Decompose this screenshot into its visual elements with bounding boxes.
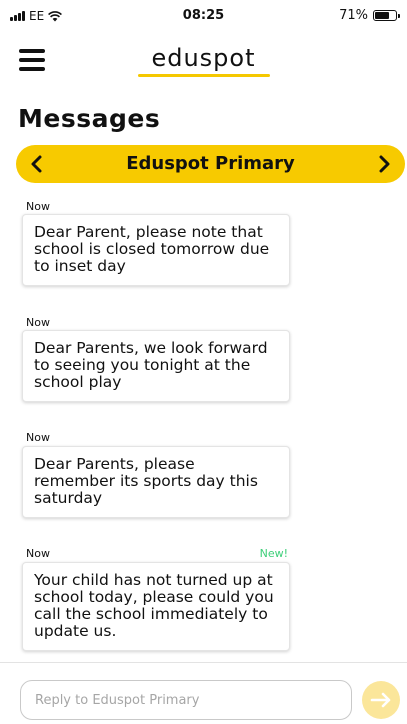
- brand-logo: eduspot: [0, 44, 407, 77]
- message-time: Now: [26, 431, 50, 444]
- message-bubble[interactable]: Your child has not turned up at school t…: [22, 562, 290, 651]
- message-time: Now: [26, 547, 50, 560]
- message-bubble[interactable]: Dear Parents, we look forward to seeing …: [22, 330, 290, 402]
- message-time: Now: [26, 200, 50, 213]
- send-button[interactable]: [362, 681, 400, 719]
- message-meta: Now New!: [26, 547, 288, 560]
- status-bar: EE 08:25 71%: [0, 0, 407, 32]
- message-meta: Now: [26, 200, 288, 213]
- brand-name: eduspot: [151, 44, 256, 72]
- divider: [0, 662, 407, 663]
- message-bubble[interactable]: Dear Parent, please note that school is …: [22, 214, 290, 286]
- battery-icon: [373, 10, 400, 21]
- message-bubble[interactable]: Dear Parents, please remember its sports…: [22, 446, 290, 518]
- school-name: Eduspot Primary: [126, 153, 295, 174]
- reply-input[interactable]: [20, 680, 352, 720]
- message-meta: Now: [26, 316, 288, 329]
- new-badge: New!: [259, 547, 288, 560]
- status-right: 71%: [339, 8, 400, 23]
- brand-underline: [137, 74, 270, 77]
- page-title: Messages: [18, 104, 161, 133]
- chevron-right-icon[interactable]: [373, 153, 395, 175]
- arrow-right-icon: [370, 692, 391, 708]
- battery-percent: 71%: [339, 8, 368, 23]
- message-meta: Now: [26, 431, 288, 444]
- school-selector: Eduspot Primary: [16, 145, 405, 183]
- message-time: Now: [26, 316, 50, 329]
